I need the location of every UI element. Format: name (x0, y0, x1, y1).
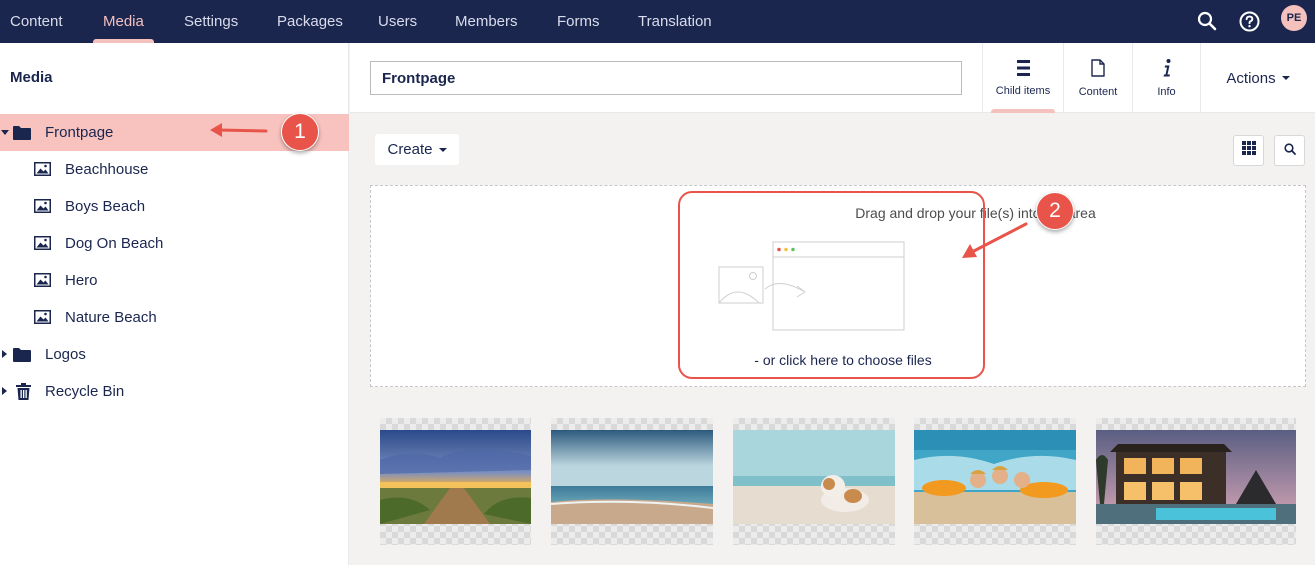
nav-item-settings[interactable]: Settings (184, 0, 238, 43)
user-avatar[interactable]: PE (1281, 5, 1307, 31)
actions-button[interactable]: Actions (1200, 43, 1315, 113)
nature-beach-image (380, 430, 531, 524)
search-icon[interactable] (1192, 6, 1222, 36)
tree-item-label: Beachhouse (65, 161, 149, 178)
tree-item-label: Dog On Beach (65, 235, 164, 252)
top-navigation: Content Media Settings Packages Users Me… (0, 0, 1315, 43)
create-button[interactable]: Create (375, 134, 459, 165)
caret-down-icon (438, 147, 447, 152)
tree-item-boys-beach[interactable]: Boys Beach (0, 188, 349, 225)
tree-item-hero[interactable]: Hero (0, 262, 349, 299)
search-button[interactable] (1274, 135, 1305, 166)
tree-item-label: Frontpage (45, 124, 114, 141)
tree-item-beachhouse[interactable]: Beachhouse (0, 151, 349, 188)
tab-content[interactable]: Content (1063, 43, 1132, 113)
image-icon (33, 235, 51, 251)
caret-right-icon[interactable] (1, 386, 9, 396)
trash-icon (14, 382, 32, 400)
tree-item-dog-on-beach[interactable]: Dog On Beach (0, 225, 349, 262)
tree-item-label: Boys Beach (65, 198, 146, 215)
tree-item-label: Recycle Bin (45, 383, 125, 400)
caret-down-icon (1281, 76, 1290, 80)
tab-label: Info (1157, 85, 1176, 98)
tree-item-recycle-bin[interactable]: Recycle Bin (0, 373, 349, 410)
image-icon (33, 161, 51, 177)
tab-label: Child items (995, 84, 1051, 97)
media-thumbnail-dog-on-beach[interactable] (733, 418, 895, 545)
image-icon (33, 309, 51, 325)
image-icon (33, 198, 51, 214)
caret-down-icon[interactable] (1, 128, 9, 138)
folder-icon (13, 346, 31, 362)
nav-item-content[interactable]: Content (10, 0, 63, 43)
tree-item-nature-beach[interactable]: Nature Beach (0, 299, 349, 336)
nav-item-forms[interactable]: Forms (557, 0, 600, 43)
folder-icon (13, 124, 31, 140)
name-input[interactable]: Frontpage (370, 61, 962, 95)
tree-item-logos[interactable]: Logos (0, 336, 349, 373)
caret-right-icon[interactable] (1, 349, 9, 359)
nav-item-translation[interactable]: Translation (638, 0, 712, 43)
editor-header: Frontpage Child items Content Info Actio… (350, 43, 1315, 113)
nav-item-packages[interactable]: Packages (277, 0, 343, 43)
boys-beach-image (914, 430, 1076, 524)
nav-item-users[interactable]: Users (378, 0, 417, 43)
annotation-badge-2: 2 (1036, 192, 1074, 230)
annotation-arrow-1 (210, 123, 268, 137)
annotation-badge-1: 1 (281, 113, 319, 151)
annotation-arrow-2 (962, 222, 1028, 258)
actions-label: Actions (1226, 69, 1276, 87)
media-thumbnail-boys-beach[interactable] (914, 418, 1076, 545)
search-icon (1283, 142, 1296, 160)
tree-item-label: Hero (65, 272, 98, 289)
info-icon (1162, 58, 1172, 80)
image-icon (33, 272, 51, 288)
tab-child-items[interactable]: Child items (982, 43, 1063, 113)
list-icon (1016, 59, 1030, 79)
annotation-highlight-box (678, 191, 985, 379)
document-icon (1091, 58, 1105, 80)
tab-info[interactable]: Info (1132, 43, 1200, 113)
media-thumbnail-beachhouse[interactable] (1096, 418, 1296, 545)
hero-image (551, 430, 713, 524)
nav-item-members[interactable]: Members (455, 0, 518, 43)
sidebar-title: Media (10, 69, 53, 86)
create-label: Create (387, 141, 433, 158)
tree-item-label: Nature Beach (65, 309, 157, 326)
media-thumbnail-nature-beach[interactable] (380, 418, 531, 545)
help-icon[interactable] (1234, 6, 1264, 36)
dog-on-beach-image (733, 430, 895, 524)
nav-item-media[interactable]: Media (93, 0, 154, 43)
tab-label: Content (1078, 85, 1118, 98)
tree-item-label: Logos (45, 346, 86, 363)
media-thumbnail-hero[interactable] (551, 418, 713, 545)
grid-view-button[interactable] (1233, 135, 1264, 166)
beachhouse-image (1096, 430, 1296, 524)
grid-icon (1241, 141, 1256, 160)
